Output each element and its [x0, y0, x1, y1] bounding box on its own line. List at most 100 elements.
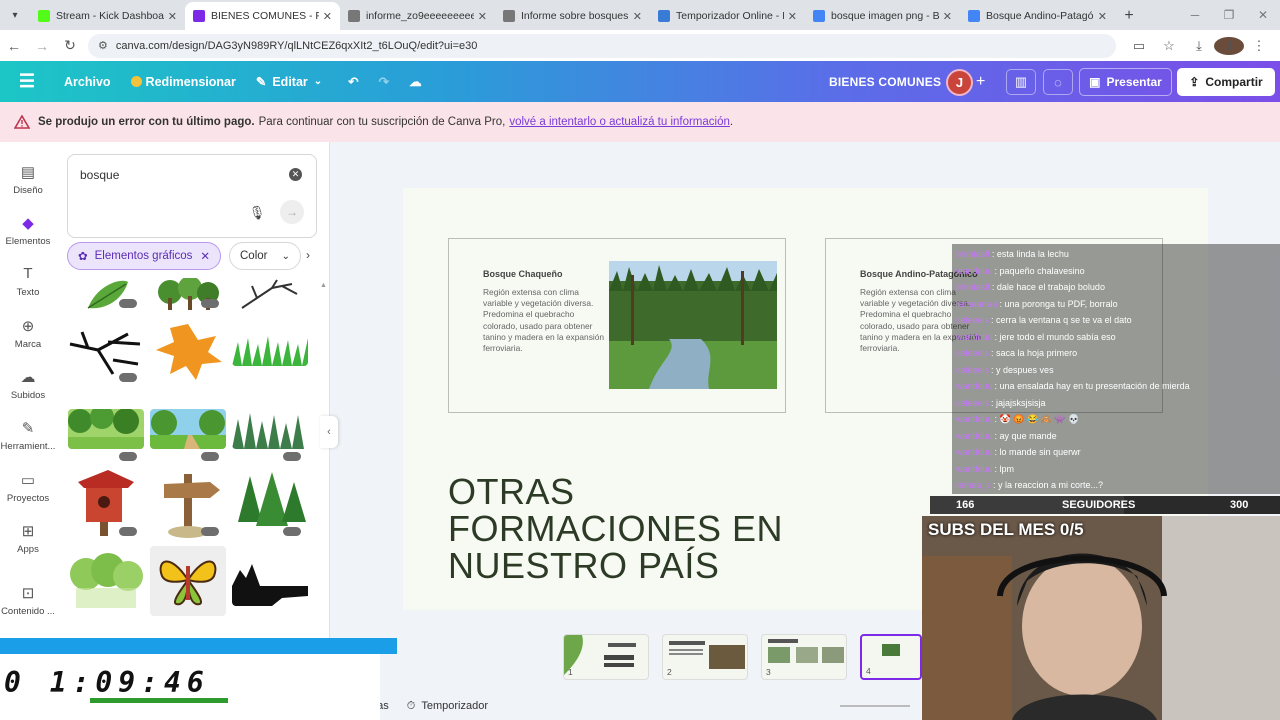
address-bar-row: ← → ↻ ⚙ canva.com/design/DAG3yN989RY/qlL… [0, 30, 1280, 61]
rail-item-elements[interactable]: ◆ Elementos [0, 205, 56, 255]
tab-close-icon[interactable]: ✕ [478, 10, 487, 23]
card-title: Bosque Chaqueño [483, 269, 563, 279]
tab-close-icon[interactable]: ✕ [633, 10, 642, 23]
rail-item-content[interactable]: ⊡ Contenido ... [0, 575, 56, 625]
webcam-feed [922, 516, 1280, 720]
tab-close-icon[interactable]: ✕ [943, 10, 952, 23]
clear-search-icon[interactable]: ✕ [289, 168, 302, 181]
forest-path-graphic[interactable] [150, 409, 226, 449]
bookmark-star-icon[interactable]: ☆ [1154, 38, 1184, 54]
banner-update-link[interactable]: volvé a intentarlo o actualizá tu inform… [509, 116, 730, 128]
chat-username: wandouu [956, 381, 993, 391]
chat-username: ramaa_c [956, 480, 992, 490]
browser-tab[interactable]: informe_zo9eeeeeeeee ✕ [340, 2, 495, 30]
page-number: 4 [866, 666, 871, 676]
page-thumbnail-2[interactable]: 2 [662, 634, 748, 680]
reload-button[interactable]: ↻ [56, 32, 84, 60]
close-window-icon[interactable]: ✕ [1246, 0, 1280, 30]
new-tab-button[interactable]: + [1115, 2, 1143, 30]
share-button[interactable]: ⇪ Compartir [1177, 68, 1275, 96]
browser-tab[interactable]: BIENES COMUNES - Pres ✕ [185, 2, 340, 30]
profile-button[interactable]: J [1214, 36, 1244, 55]
browser-menu-icon[interactable]: ⋮ [1244, 38, 1274, 54]
zoom-slider[interactable] [840, 705, 910, 707]
edit-menu-button[interactable]: ✎ Editar ⌄ [246, 61, 332, 102]
url-bar[interactable]: ⚙ canva.com/design/DAG3yN989RY/qlLNtCEZ6… [88, 33, 1116, 58]
slide-heading[interactable]: OTRAS FORMACIONES EN NUESTRO PAÍS [448, 473, 783, 584]
branches-graphic[interactable] [232, 278, 308, 312]
tab-close-icon[interactable]: ✕ [788, 10, 797, 23]
filter-chip-graphics[interactable]: ✿ Elementos gráficos ✕ [67, 242, 221, 270]
silhouette-graphic[interactable] [232, 556, 308, 606]
tab-close-icon[interactable]: ✕ [323, 10, 332, 23]
add-collaborator-button[interactable]: + [976, 61, 985, 102]
page-thumbnail-3[interactable]: 3 [761, 634, 847, 680]
url-text: canva.com/design/DAG3yN989RY/qlLNtCEZ6qx… [115, 39, 478, 52]
present-button[interactable]: ▣ Presentar [1079, 68, 1172, 96]
minimize-icon[interactable]: ─ [1178, 0, 1212, 30]
rail-item-brand[interactable]: ⊕ Marca [0, 308, 56, 358]
rail-item-projects[interactable]: ▭ Proyectos [0, 462, 56, 512]
comments-icon[interactable]: ◌ [1043, 69, 1073, 95]
chips-next-icon[interactable]: › [306, 248, 310, 262]
rail-item-design[interactable]: ▤ Diseño [0, 154, 56, 204]
tab-close-icon[interactable]: ✕ [1098, 10, 1107, 23]
search-input[interactable]: bosque [80, 168, 119, 182]
birdhouse-graphic[interactable] [68, 468, 144, 536]
browser-tab[interactable]: Bosque Andino-Patagón ✕ [960, 2, 1115, 30]
search-submit-arrow-icon[interactable]: → [280, 200, 304, 224]
forward-button[interactable]: → [28, 32, 56, 60]
browser-tab[interactable]: Stream - Kick Dashboard ✕ [30, 2, 185, 30]
pine-trees-graphic[interactable] [232, 472, 308, 534]
document-title[interactable]: BIENES COMUNES [829, 61, 941, 102]
chat-text: : lo mande sin querwr [994, 447, 1081, 457]
info-card-chaqueno[interactable]: Bosque Chaqueño Región extensa con clima… [448, 238, 786, 413]
collaborator-avatar[interactable]: J [946, 69, 973, 96]
browser-tab[interactable]: Informe sobre bosques y ✕ [495, 2, 650, 30]
insights-icon[interactable]: ▥ [1006, 69, 1036, 95]
cloud-save-icon[interactable]: ☁ [399, 61, 432, 102]
cast-icon[interactable]: ▭ [1124, 38, 1154, 54]
tab-search-icon[interactable]: ▾ [0, 0, 30, 30]
search-box[interactable]: bosque ✕ 🎙 → [67, 154, 317, 238]
tab-favicon-icon [38, 10, 50, 22]
tab-close-icon[interactable]: ✕ [168, 10, 177, 23]
bare-tree-graphic[interactable] [68, 324, 144, 380]
main-menu-button[interactable]: ☰ [0, 61, 54, 102]
timer-button[interactable]: ⏱ Temporizador [407, 700, 488, 713]
rail-item-apps[interactable]: ⊞ Apps [0, 513, 56, 563]
maximize-icon[interactable]: ❐ [1212, 0, 1246, 30]
browser-tab[interactable]: bosque imagen png - Bu ✕ [805, 2, 960, 30]
page-thumbnail-4-current[interactable]: 4 [860, 634, 922, 680]
timer-progress-bar [90, 698, 228, 703]
bush-trees-graphic[interactable] [68, 552, 144, 612]
browser-tab[interactable]: Temporizador Online - R ✕ [650, 2, 805, 30]
resize-button[interactable]: Redimensionar [121, 61, 246, 102]
autumn-leaf-graphic[interactable] [150, 322, 226, 382]
forest-river-photo[interactable] [609, 261, 777, 389]
file-menu-button[interactable]: Archivo [54, 61, 121, 102]
undo-button[interactable]: ↶ [338, 61, 368, 102]
download-icon[interactable]: ⤓ [1184, 38, 1214, 54]
filter-chip-color[interactable]: Color ⌄ [229, 242, 301, 270]
microphone-icon[interactable]: 🎙 [246, 202, 268, 224]
pine-forest-graphic[interactable] [232, 409, 308, 449]
rail-item-tools[interactable]: ✎ Herramient... [0, 410, 56, 460]
panel-scroll-up-icon[interactable]: ▲ [320, 282, 327, 290]
tab-favicon-icon [503, 10, 515, 22]
remove-filter-icon[interactable]: ✕ [200, 249, 210, 263]
rail-item-uploads[interactable]: ☁ Subidos [0, 359, 56, 409]
page-preview [882, 644, 900, 656]
grass-graphic[interactable] [232, 336, 308, 366]
site-info-icon[interactable]: ⚙ [98, 39, 108, 52]
page-thumbnail-1[interactable]: 1 [563, 634, 649, 680]
heading-line: FORMACIONES EN [448, 508, 784, 549]
collapse-panel-button[interactable]: ‹ [320, 416, 338, 448]
tools-icon: ✎ [21, 419, 35, 437]
redo-button[interactable]: ↷ [369, 61, 399, 102]
forest-scene-graphic[interactable] [68, 409, 144, 449]
back-button[interactable]: ← [0, 32, 28, 60]
apps-icon: ⊞ [21, 522, 35, 540]
butterfly-graphic-selected[interactable] [150, 546, 226, 616]
rail-item-text[interactable]: T Texto [0, 256, 56, 306]
